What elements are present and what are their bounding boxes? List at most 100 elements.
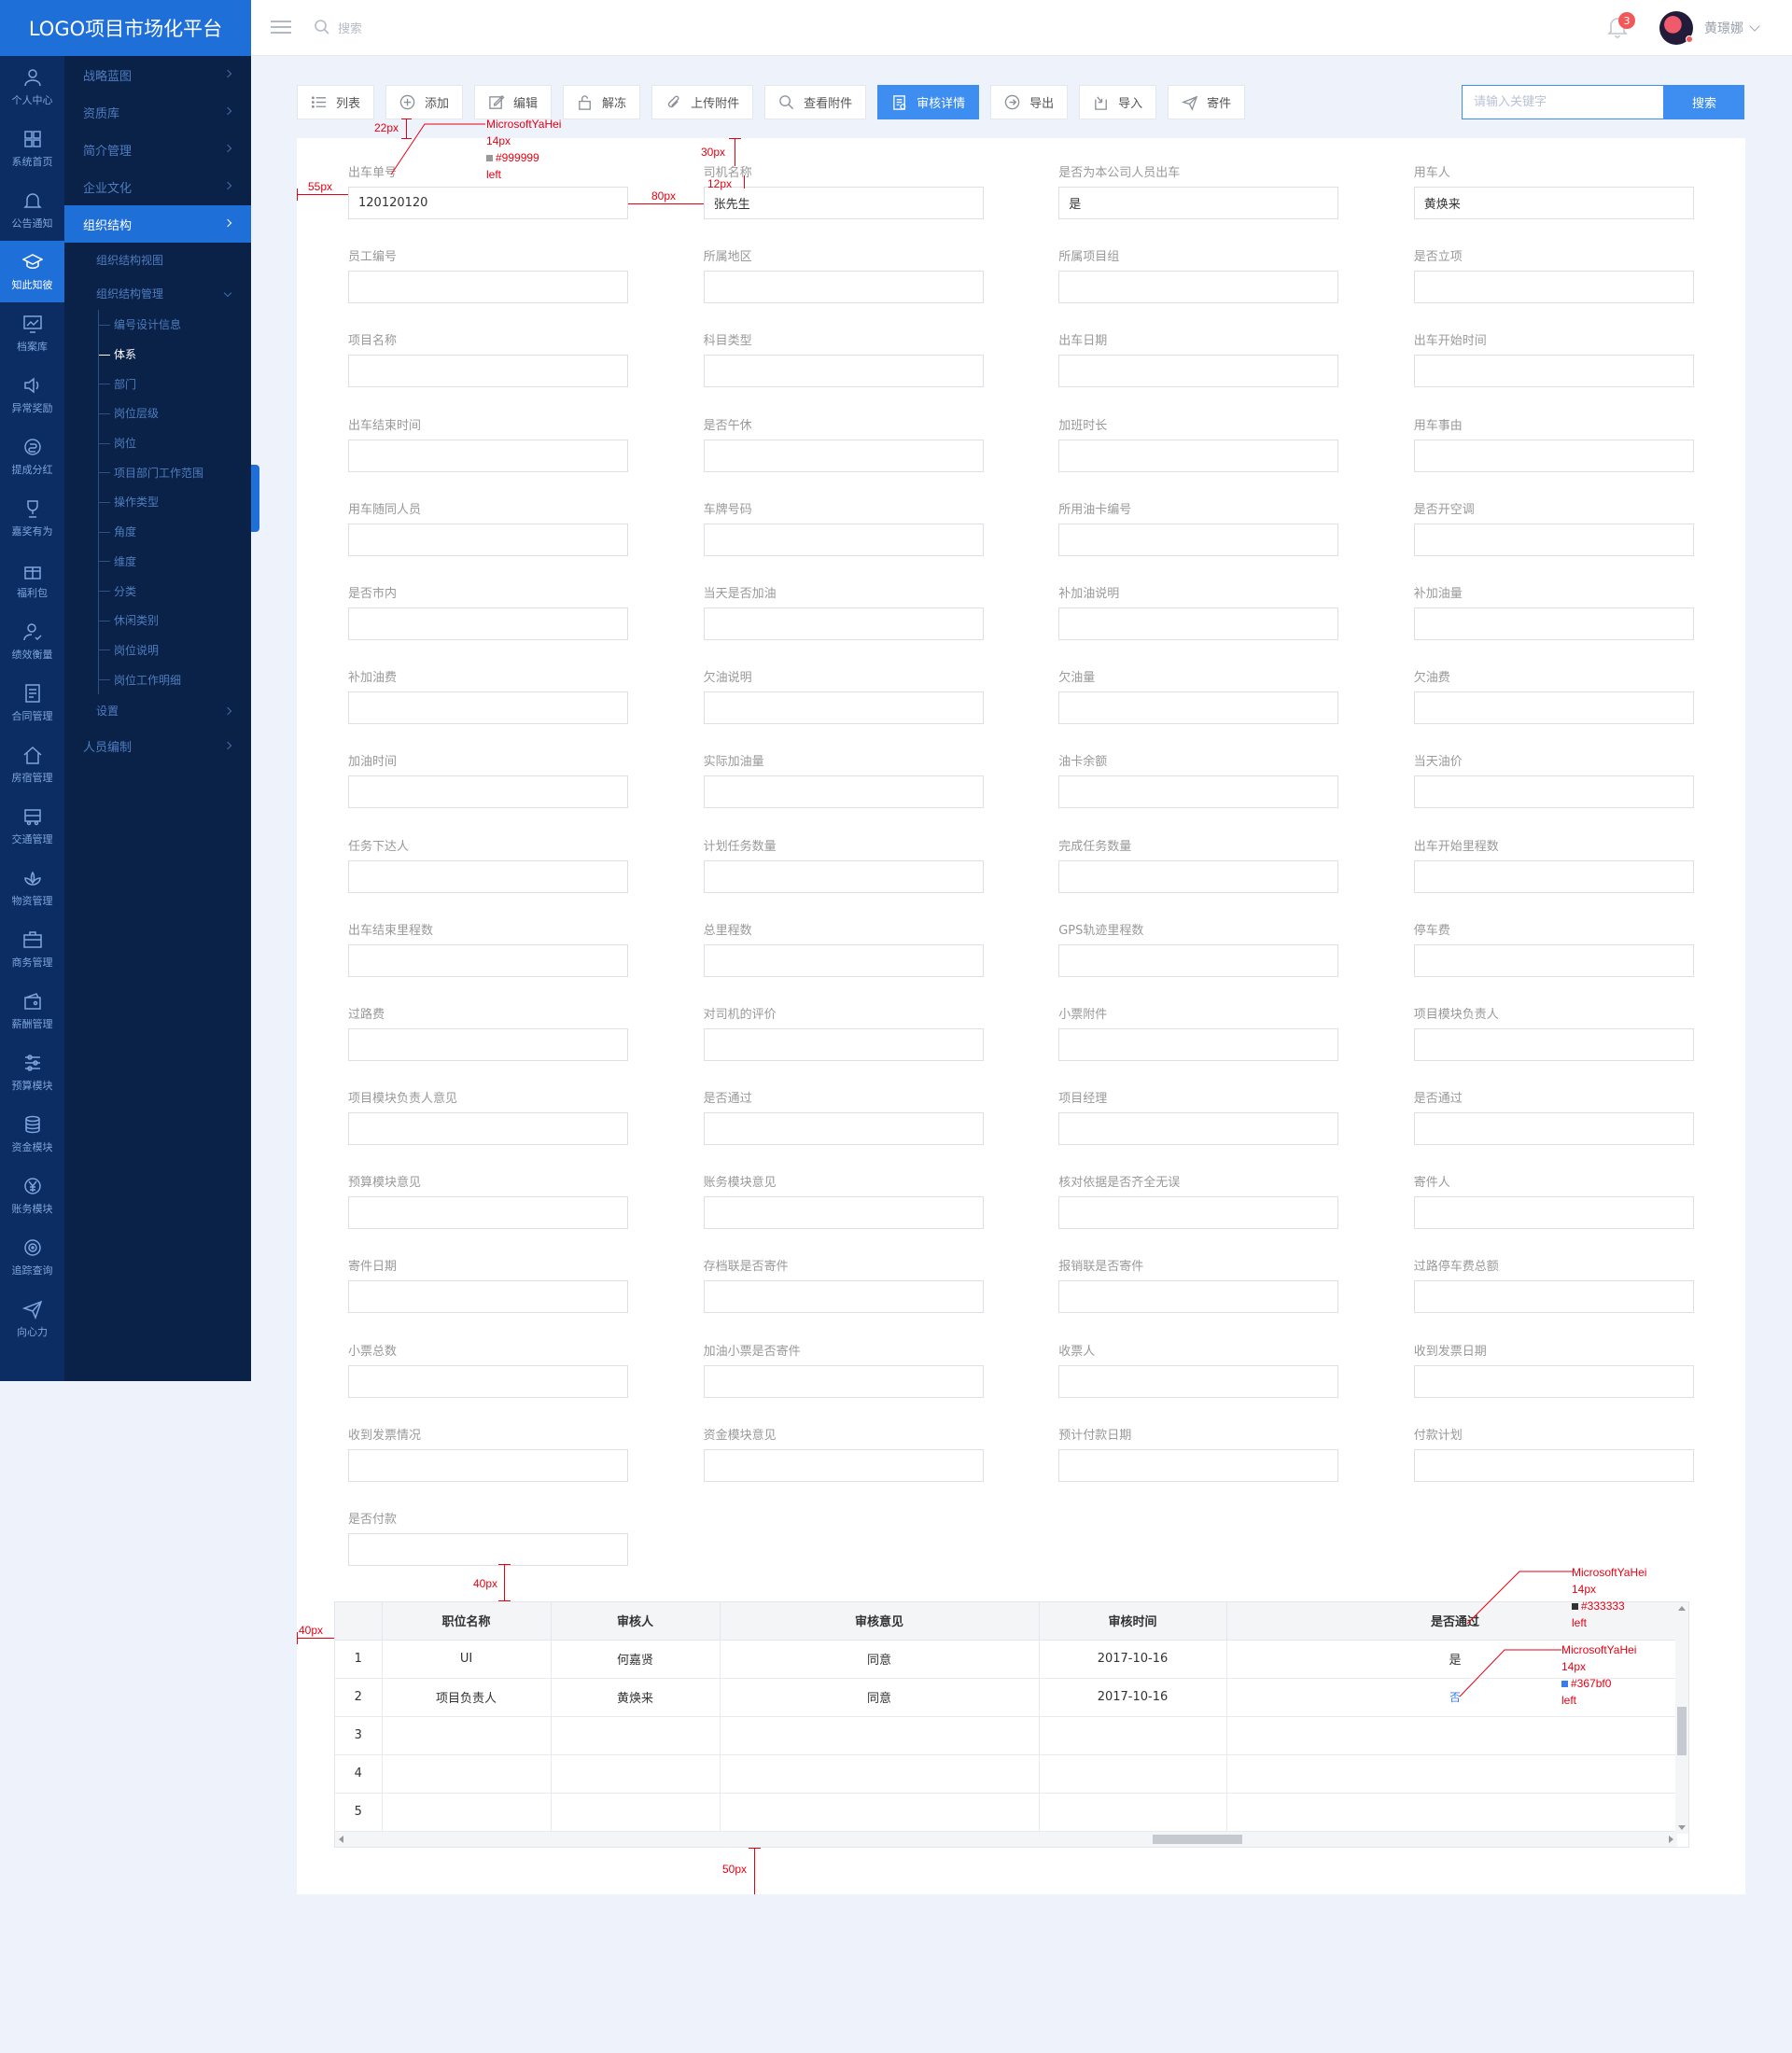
field-input[interactable]	[703, 859, 984, 893]
menu-toggle-icon[interactable]	[271, 17, 291, 37]
tree-item-7[interactable]: 角度	[99, 517, 251, 547]
toolbar-button-8[interactable]: 导入	[1079, 85, 1157, 119]
field-input[interactable]	[1058, 607, 1339, 640]
toolbar-button-3[interactable]: 解冻	[563, 85, 641, 119]
field-input[interactable]	[1058, 1196, 1339, 1230]
field-input[interactable]	[1413, 943, 1694, 977]
rail-item-20[interactable]: 向心力	[0, 1288, 64, 1349]
field-input[interactable]	[1413, 1196, 1694, 1230]
rail-item-12[interactable]: 交通管理	[0, 795, 64, 857]
field-input[interactable]	[703, 691, 984, 725]
submenu-child-view[interactable]: 组织结构视图	[64, 243, 251, 276]
tree-item-3[interactable]: 岗位层级	[99, 398, 251, 428]
field-input[interactable]	[348, 607, 628, 640]
table-vertical-scrollbar[interactable]	[1675, 1602, 1688, 1834]
scroll-up-icon[interactable]	[1678, 1606, 1686, 1611]
field-input[interactable]	[703, 439, 984, 472]
rail-item-7[interactable]: 嘉奖有为	[0, 487, 64, 549]
toolbar-button-5[interactable]: 查看附件	[764, 85, 867, 119]
field-input[interactable]	[703, 1448, 984, 1482]
search-button[interactable]: 搜索	[1664, 85, 1744, 119]
field-input[interactable]	[348, 775, 628, 809]
tree-item-1[interactable]: 体系	[99, 340, 251, 370]
field-input[interactable]	[1413, 607, 1694, 640]
field-input[interactable]	[348, 1196, 628, 1230]
field-input[interactable]	[1413, 1448, 1694, 1482]
notification-bell[interactable]: 3	[1607, 12, 1635, 40]
field-input[interactable]	[1413, 775, 1694, 809]
field-input[interactable]	[1058, 1112, 1339, 1146]
submenu-item-0[interactable]: 战略蓝图	[64, 56, 251, 93]
submenu-child-settings[interactable]: 设置	[64, 694, 251, 728]
tree-item-9[interactable]: 分类	[99, 576, 251, 606]
scroll-down-icon[interactable]	[1678, 1825, 1686, 1830]
field-input[interactable]	[348, 691, 628, 725]
toolbar-button-2[interactable]: 编辑	[474, 85, 553, 119]
rail-item-1[interactable]: 系统首页	[0, 118, 64, 179]
submenu-item-active[interactable]: 组织结构	[64, 205, 251, 243]
field-input[interactable]	[1058, 859, 1339, 893]
field-input[interactable]	[1413, 187, 1694, 219]
field-input[interactable]	[1058, 1027, 1339, 1061]
field-input[interactable]	[1413, 1027, 1694, 1061]
field-input[interactable]	[1058, 187, 1339, 219]
table-horizontal-scrollbar[interactable]	[335, 1832, 1677, 1847]
field-input[interactable]	[348, 271, 628, 304]
field-input[interactable]	[703, 1196, 984, 1230]
field-input[interactable]	[1413, 439, 1694, 472]
sidebar-collapse-handle[interactable]	[251, 465, 259, 532]
toolbar-button-6[interactable]: 审核详情	[877, 85, 980, 119]
scroll-right-icon[interactable]	[1669, 1836, 1673, 1843]
rail-item-19[interactable]: 追踪查询	[0, 1226, 64, 1288]
rail-item-10[interactable]: 合同管理	[0, 672, 64, 733]
tree-item-4[interactable]: 岗位	[99, 428, 251, 458]
rail-item-5[interactable]: 异常奖励	[0, 364, 64, 426]
field-input[interactable]	[1058, 775, 1339, 809]
table-row[interactable]: 3	[335, 1716, 1685, 1755]
field-input[interactable]	[1413, 271, 1694, 304]
user-menu[interactable]: 黄璟娜	[1704, 19, 1760, 37]
rail-item-11[interactable]: 房宿管理	[0, 733, 64, 795]
field-input[interactable]	[348, 187, 628, 219]
rail-item-15[interactable]: 薪酬管理	[0, 980, 64, 1041]
top-search[interactable]: 搜索	[314, 15, 362, 39]
toolbar-button-4[interactable]: 上传附件	[651, 85, 754, 119]
field-input[interactable]	[348, 1448, 628, 1482]
table-row[interactable]: 5	[335, 1793, 1685, 1832]
field-input[interactable]	[1058, 271, 1339, 304]
field-input[interactable]	[1058, 943, 1339, 977]
field-input[interactable]	[1058, 355, 1339, 388]
field-input[interactable]	[348, 1533, 628, 1566]
rail-item-14[interactable]: 商务管理	[0, 918, 64, 980]
app-logo-title[interactable]: LOGO项目市场化平台	[0, 0, 251, 56]
field-input[interactable]	[348, 1027, 628, 1061]
rail-item-0[interactable]: 个人中心	[0, 56, 64, 118]
toolbar-button-0[interactable]: 列表	[297, 85, 375, 119]
field-input[interactable]	[348, 859, 628, 893]
scroll-thumb[interactable]	[1677, 1707, 1687, 1755]
field-input[interactable]	[1413, 859, 1694, 893]
tree-item-0[interactable]: 编号设计信息	[99, 310, 251, 340]
field-input[interactable]	[703, 355, 984, 388]
field-input[interactable]	[348, 1364, 628, 1398]
field-input[interactable]	[1058, 523, 1339, 556]
rail-item-16[interactable]: 预算模块	[0, 1041, 64, 1103]
rail-item-9[interactable]: 绩效衡量	[0, 610, 64, 672]
tree-item-10[interactable]: 休闲类别	[99, 606, 251, 635]
field-input[interactable]	[1058, 1364, 1339, 1398]
toolbar-button-1[interactable]: 添加	[385, 85, 464, 119]
field-input[interactable]	[348, 1280, 628, 1314]
tree-item-5[interactable]: 项目部门工作范围	[99, 457, 251, 487]
submenu-item-3[interactable]: 企业文化	[64, 168, 251, 205]
tree-item-8[interactable]: 维度	[99, 547, 251, 577]
field-input[interactable]	[1058, 691, 1339, 725]
field-input[interactable]	[348, 439, 628, 472]
toolbar-button-9[interactable]: 寄件	[1168, 85, 1246, 119]
submenu-item-1[interactable]: 资质库	[64, 93, 251, 131]
field-input[interactable]	[703, 943, 984, 977]
field-input[interactable]	[703, 1112, 984, 1146]
avatar[interactable]	[1659, 11, 1693, 45]
field-input[interactable]	[1413, 523, 1694, 556]
rail-item-6[interactable]: 提成分红	[0, 426, 64, 487]
scroll-left-icon[interactable]	[339, 1836, 343, 1843]
